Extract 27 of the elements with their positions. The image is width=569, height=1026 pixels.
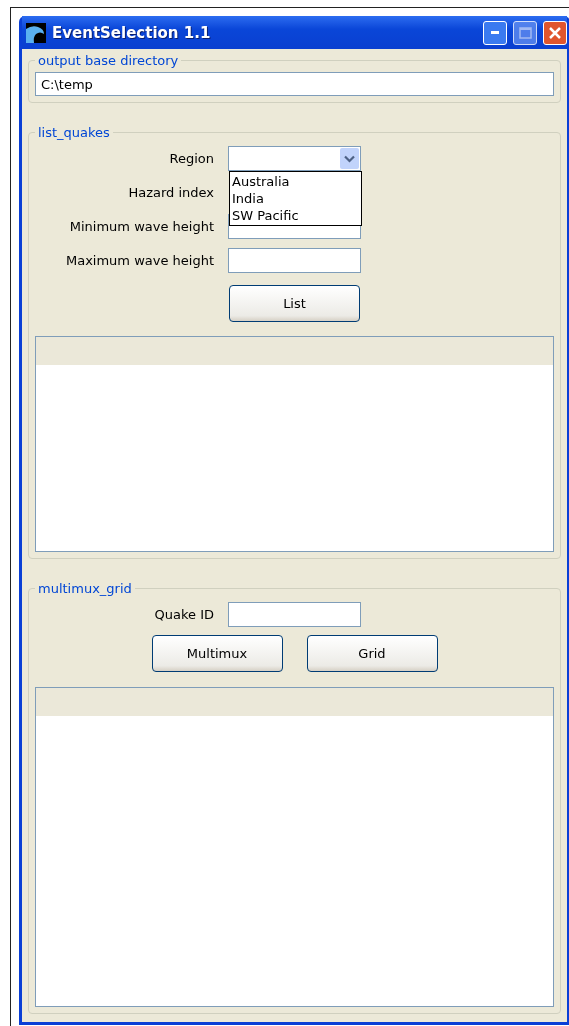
list-button[interactable]: List	[229, 285, 360, 322]
dropdown-option[interactable]: SW Pacific	[232, 207, 361, 224]
field-label: Hazard index	[128, 185, 214, 200]
chevron-down-icon	[344, 154, 355, 163]
directory-field[interactable]: C:\temp	[35, 72, 554, 96]
group-title: multimux_grid	[37, 580, 133, 596]
window-title: EventSelection 1.1	[52, 23, 212, 42]
minimize-button[interactable]	[483, 20, 507, 45]
field-label: Quake ID	[154, 606, 214, 622]
quake-id-field[interactable]	[228, 601, 361, 627]
dropdown-option[interactable]: Australia	[232, 173, 361, 190]
maximize-button[interactable]	[513, 20, 537, 45]
minimize-icon	[491, 31, 499, 34]
close-button[interactable]	[543, 20, 567, 45]
maximize-icon	[518, 26, 532, 39]
field-label: Maximum wave height	[65, 253, 214, 268]
field-label: Minimum wave height	[69, 219, 214, 234]
dropdown-button[interactable]	[340, 148, 359, 169]
field-label: Region	[169, 151, 214, 166]
input-field[interactable]	[228, 248, 361, 273]
dropdown-option[interactable]: India	[232, 190, 361, 207]
group-title: output base directory	[37, 53, 180, 68]
app-icon	[26, 22, 46, 43]
action-button[interactable]: Multimux	[151, 634, 283, 672]
close-icon	[548, 25, 562, 40]
group-title: list_quakes	[37, 125, 111, 140]
action-button[interactable]: Grid	[306, 634, 438, 672]
